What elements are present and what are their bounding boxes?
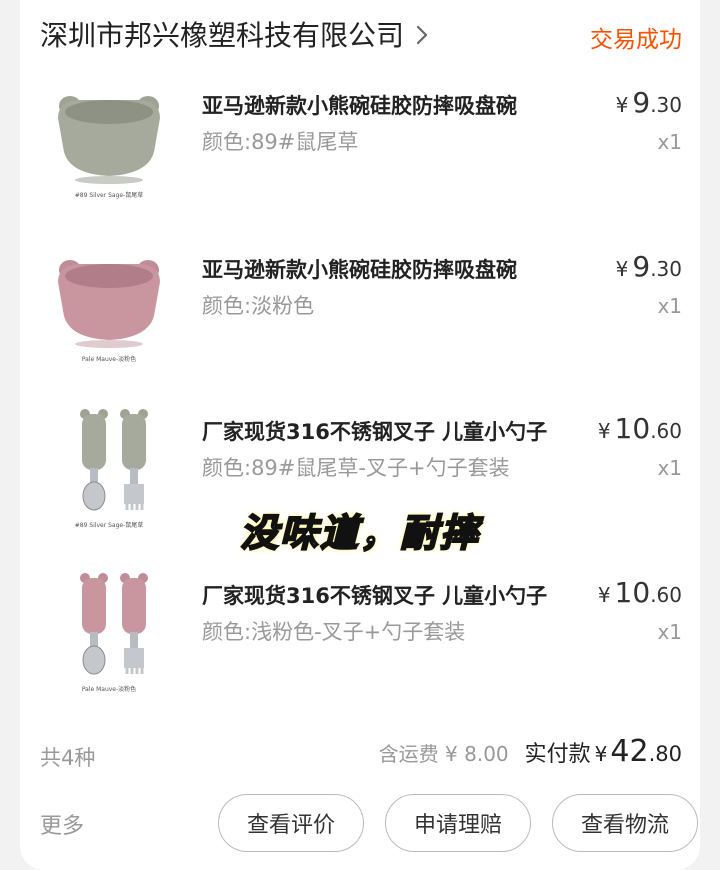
price-currency: ¥	[615, 93, 629, 117]
chevron-right-icon[interactable]	[416, 25, 428, 45]
product-title[interactable]: 厂家现货316不锈钢叉子 儿童小勺子	[202, 416, 574, 446]
order-item[interactable]: Pale Mauve-淡粉色 亚马逊新款小熊碗硅胶防摔吸盘碗 颜色:淡粉色 ¥9…	[20, 246, 700, 396]
view-review-button[interactable]: 查看评价	[218, 794, 364, 852]
more-button[interactable]: 更多	[40, 808, 84, 840]
overlay-caption: 没味道，耐摔	[239, 510, 480, 556]
price-integer: 9	[632, 86, 651, 119]
price-decimal: .60	[650, 419, 682, 443]
order-card: 深圳市邦兴橡塑科技有限公司 交易成功 #89 Silver Sage-鼠尾草 亚…	[20, 0, 700, 870]
paid-decimal: .80	[648, 742, 682, 766]
product-quantity: x1	[657, 294, 682, 318]
product-price: ¥10.60	[598, 576, 682, 609]
cutlery-set-image	[80, 573, 148, 675]
product-price: ¥10.60	[598, 412, 682, 445]
price-integer: 9	[632, 250, 651, 283]
paid-integer: 42	[610, 734, 649, 769]
product-title[interactable]: 厂家现货316不锈钢叉子 儿童小勺子	[202, 580, 574, 610]
bear-bowl-image	[58, 260, 160, 348]
product-spec: 颜色:淡粉色	[202, 294, 315, 318]
price-decimal: .30	[650, 257, 682, 281]
order-actions: 更多 查看评价 申请理赔 查看物流	[40, 794, 698, 854]
order-totals: 含运费 ¥ 8.00 实付款 ¥42.80	[379, 734, 682, 769]
price-decimal: .30	[650, 93, 682, 117]
apply-claim-button[interactable]: 申请理赔	[385, 794, 531, 852]
order-item[interactable]: Pale Mauve-淡粉色 厂家现货316不锈钢叉子 儿童小勺子 颜色:浅粉色…	[20, 572, 700, 722]
shipping-fee: 含运费 ¥ 8.00	[378, 742, 509, 766]
image-caption: Pale Mauve-淡粉色	[81, 356, 137, 363]
order-status: 交易成功	[590, 27, 682, 53]
order-header[interactable]: 深圳市邦兴橡塑科技有限公司 交易成功	[40, 10, 682, 58]
product-quantity: x1	[657, 620, 682, 644]
order-item[interactable]: #89 Silver Sage-鼠尾草 亚马逊新款小熊碗硅胶防摔吸盘碗 颜色:8…	[20, 82, 700, 232]
image-caption: Pale Mauve-淡粉色	[81, 686, 137, 693]
product-quantity: x1	[657, 130, 682, 154]
product-spec: 颜色:浅粉色-叉子+勺子套装	[202, 620, 466, 644]
product-quantity: x1	[657, 456, 682, 480]
price-decimal: .60	[650, 583, 682, 607]
paid-currency: ¥	[594, 742, 608, 766]
product-image[interactable]: Pale Mauve-淡粉色	[48, 572, 170, 706]
product-image[interactable]: #89 Silver Sage-鼠尾草	[48, 82, 170, 216]
product-title[interactable]: 亚马逊新款小熊碗硅胶防摔吸盘碗	[202, 254, 574, 284]
product-price: ¥9.30	[616, 86, 682, 119]
product-spec: 颜色:89#鼠尾草-叉子+勺子套装	[202, 456, 510, 480]
order-summary: 共4种 含运费 ¥ 8.00 实付款 ¥42.80	[40, 730, 682, 780]
price-currency: ¥	[597, 419, 611, 443]
bear-bowl-image	[58, 96, 160, 184]
view-logistics-button[interactable]: 查看物流	[552, 794, 698, 852]
product-spec: 颜色:89#鼠尾草	[202, 130, 359, 154]
price-currency: ¥	[597, 583, 611, 607]
item-count: 共4种	[40, 746, 96, 770]
product-image[interactable]: Pale Mauve-淡粉色	[48, 246, 170, 380]
price-integer: 10	[614, 412, 651, 445]
product-title[interactable]: 亚马逊新款小熊碗硅胶防摔吸盘碗	[202, 90, 574, 120]
price-currency: ¥	[615, 257, 629, 281]
paid-label: 实付款	[524, 742, 591, 767]
shop-name[interactable]: 深圳市邦兴橡塑科技有限公司	[40, 14, 404, 54]
product-price: ¥9.30	[616, 250, 682, 283]
price-integer: 10	[614, 576, 651, 609]
image-caption: #89 Silver Sage-鼠尾草	[74, 192, 144, 199]
